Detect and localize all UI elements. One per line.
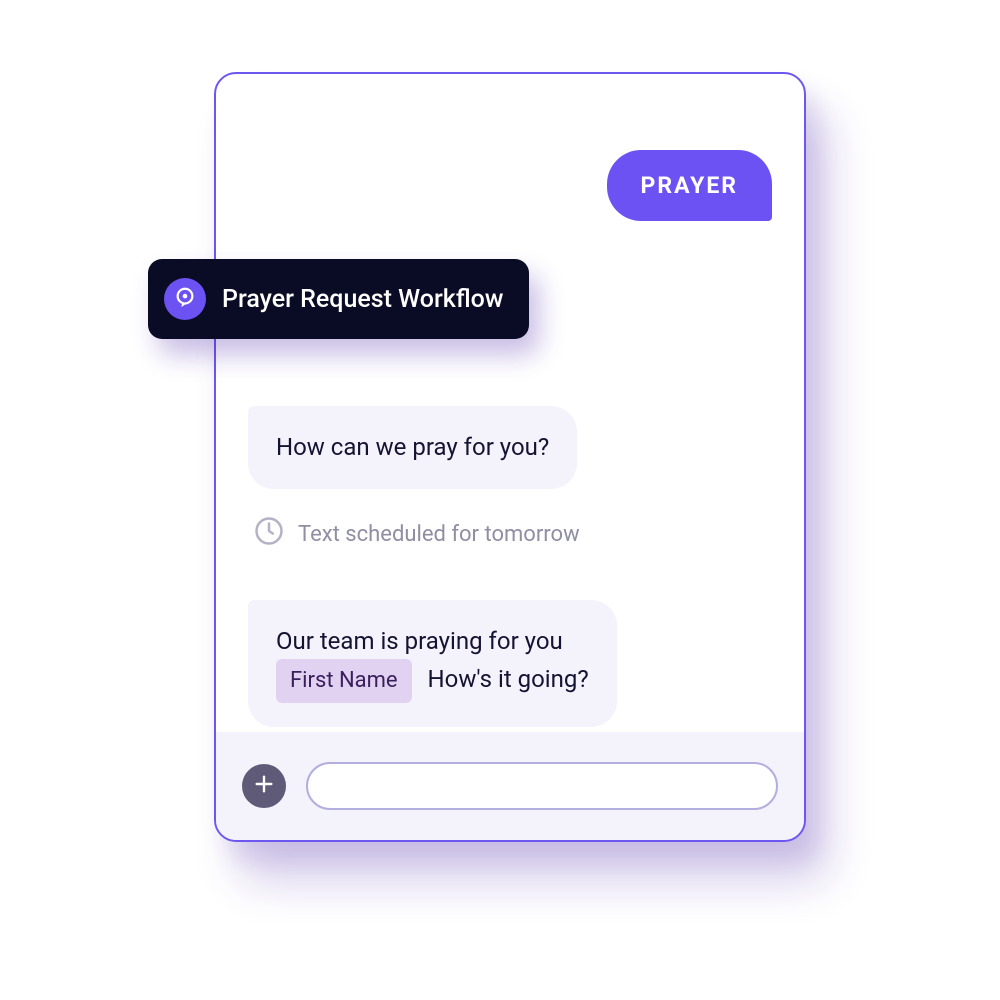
outgoing-bubble: PRAYER — [607, 150, 772, 221]
plus-icon — [253, 773, 275, 799]
incoming-bubble-1: How can we pray for you? — [248, 406, 577, 489]
incoming-bubble-2: Our team is praying for you First Name H… — [248, 600, 617, 727]
workflow-title: Prayer Request Workflow — [222, 285, 503, 314]
workflow-icon-badge — [164, 278, 206, 320]
clock-icon — [254, 516, 284, 552]
merge-field-first-name[interactable]: First Name — [276, 659, 412, 703]
chat-panel: PRAYER How can we pray for you? Text sch… — [214, 72, 806, 842]
outgoing-label: PRAYER — [641, 172, 738, 199]
workflow-pill[interactable]: Prayer Request Workflow — [148, 259, 529, 339]
chat-bubble-icon — [174, 286, 196, 312]
schedule-row: Text scheduled for tomorrow — [254, 516, 580, 552]
message-input[interactable] — [306, 762, 778, 810]
incoming-text-2b: How's it going? — [428, 665, 589, 693]
incoming-text-2a: Our team is praying for you — [276, 627, 563, 655]
schedule-text: Text scheduled for tomorrow — [298, 522, 580, 547]
compose-bar — [216, 732, 804, 840]
add-button[interactable] — [242, 764, 286, 808]
incoming-text-1: How can we pray for you? — [276, 433, 549, 461]
